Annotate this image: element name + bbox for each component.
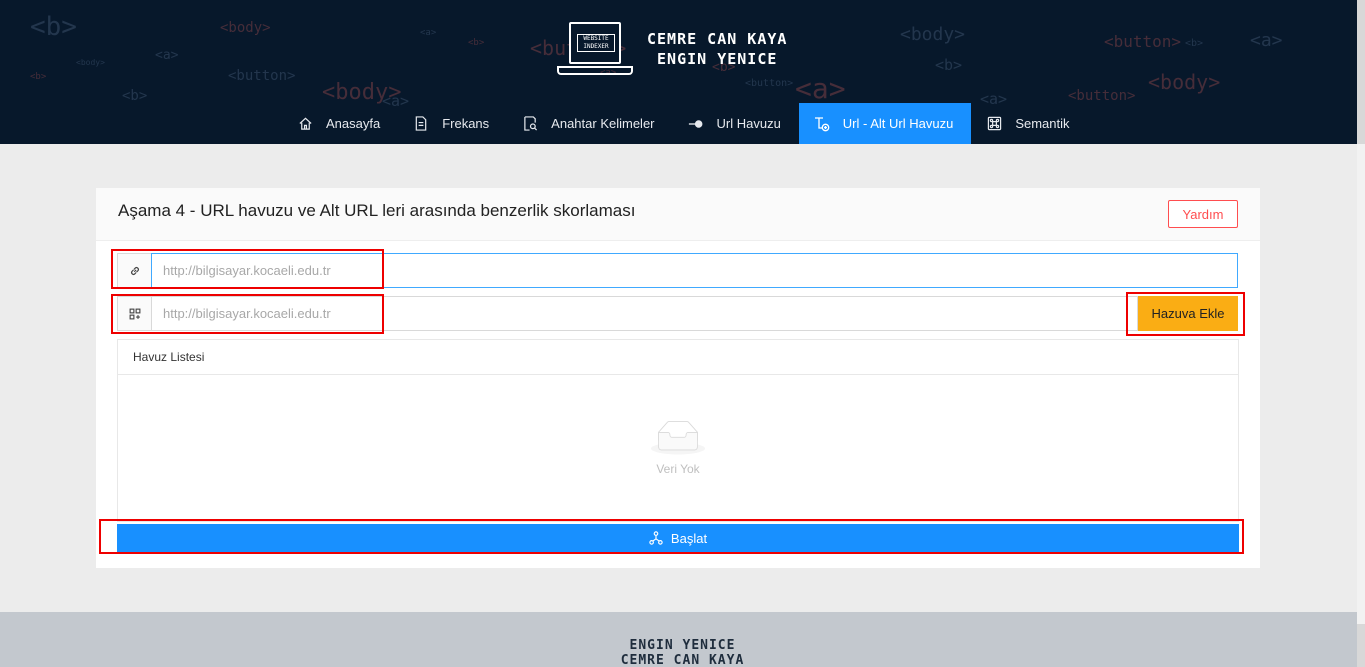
- pool-list: Havuz Listesi Veri Yok: [117, 339, 1239, 522]
- background-code-tag: <a>: [795, 72, 846, 105]
- pool-list-title: Havuz Listesi: [118, 340, 1238, 375]
- nav-item-semantik[interactable]: Semantik: [971, 103, 1087, 144]
- key-icon: [688, 116, 704, 132]
- background-code-tag: <a>: [420, 28, 437, 38]
- sub-url-input[interactable]: [151, 296, 1138, 331]
- background-code-tag: <b>: [935, 56, 963, 74]
- file-search-icon: [522, 116, 538, 132]
- nav-label: Anahtar Kelimeler: [551, 116, 655, 131]
- nav-label: Url Havuzu: [716, 116, 781, 131]
- file-icon: [413, 116, 429, 132]
- start-button[interactable]: Başlat: [117, 524, 1239, 552]
- footer-line-1: ENGIN YENICE: [629, 638, 736, 653]
- background-code-tag: <button>: [228, 68, 296, 84]
- background-code-tag: <b>: [1185, 38, 1204, 49]
- logo-screen-text: WEBSITE INDEXER: [577, 34, 615, 52]
- logo-line-1: CEMRE CAN KAYA: [647, 30, 788, 48]
- monitor-logo-icon: WEBSITE INDEXER: [555, 20, 633, 78]
- cluster-icon: [117, 296, 151, 331]
- start-label: Başlat: [670, 530, 708, 546]
- home-icon: [297, 116, 313, 132]
- nav-label: Anasayfa: [326, 116, 381, 131]
- site-footer: ENGIN YENICE CEMRE CAN KAYA: [0, 612, 1365, 667]
- nav-label: Url - Alt Url Havuzu: [842, 116, 954, 131]
- background-code-tag: <body>: [76, 58, 105, 67]
- logo-title: CEMRE CAN KAYA ENGIN YENICE: [647, 29, 787, 69]
- similarity-card: Aşama 4 - URL havuzu ve Alt URL leri ara…: [96, 188, 1260, 568]
- nav-label: Frekans: [442, 116, 490, 131]
- nav-item-frekans[interactable]: Frekans: [398, 103, 507, 144]
- add-to-pool-button[interactable]: Hazuva Ekle: [1138, 296, 1238, 331]
- sub-url-row: Hazuva Ekle: [117, 296, 1238, 331]
- nav-item-url-havuzu[interactable]: Url Havuzu: [673, 103, 799, 144]
- main-url-input[interactable]: [151, 253, 1238, 288]
- background-code-tag: <body>: [900, 24, 966, 45]
- deployment-icon: [649, 531, 663, 545]
- background-code-tag: <body>: [1148, 70, 1221, 94]
- background-code-tag: <button>: [1104, 32, 1182, 51]
- card-header: Aşama 4 - URL havuzu ve Alt URL leri ara…: [96, 188, 1260, 241]
- background-code-tag: <button>: [745, 78, 794, 89]
- help-button[interactable]: Yardım: [1168, 200, 1238, 228]
- background-code-tag: <button>: [1068, 88, 1136, 104]
- command-icon: [986, 116, 1002, 132]
- site-logo[interactable]: WEBSITE INDEXER CEMRE CAN KAYA ENGIN YEN…: [555, 20, 787, 78]
- page-scrollbar[interactable]: [1357, 0, 1365, 667]
- background-code-tag: <b>: [30, 12, 77, 42]
- background-code-tag: <a>: [1250, 30, 1283, 51]
- empty-inbox-icon: [651, 418, 705, 458]
- main-url-row: [117, 253, 1238, 288]
- nav-item-url-alt-url-havuzu[interactable]: Url - Alt Url Havuzu: [798, 103, 972, 144]
- background-code-tag: <b>: [468, 38, 485, 48]
- background-code-tag: <b>: [30, 72, 47, 82]
- site-header: <b> <body> <a> <button> <b> <body> <a> <b> <a> <b…: [0, 0, 1365, 144]
- footer-line-2: CEMRE CAN KAYA: [620, 653, 745, 667]
- page-title: Aşama 4 - URL havuzu ve Alt URL leri ara…: [118, 201, 636, 220]
- nav-item-anahtar-kelimeler[interactable]: Anahtar Kelimeler: [507, 103, 672, 144]
- scrollbar-thumb[interactable]: [1357, 144, 1365, 624]
- main-nav: Anasayfa Frekans Anahtar Kelimeler Url H…: [282, 103, 1088, 144]
- background-code-tag: <body>: [220, 20, 271, 36]
- background-code-tag: <b>: [122, 88, 148, 104]
- nav-item-anasayfa[interactable]: Anasayfa: [282, 103, 398, 144]
- logo-line-2: ENGIN YENICE: [657, 50, 778, 68]
- empty-text: Veri Yok: [656, 462, 700, 476]
- background-code-tag: <a>: [155, 48, 179, 63]
- nav-label: Semantik: [1015, 116, 1070, 131]
- link-icon: [117, 253, 151, 288]
- subnode-icon: [814, 116, 830, 132]
- empty-state: Veri Yok: [118, 418, 1238, 476]
